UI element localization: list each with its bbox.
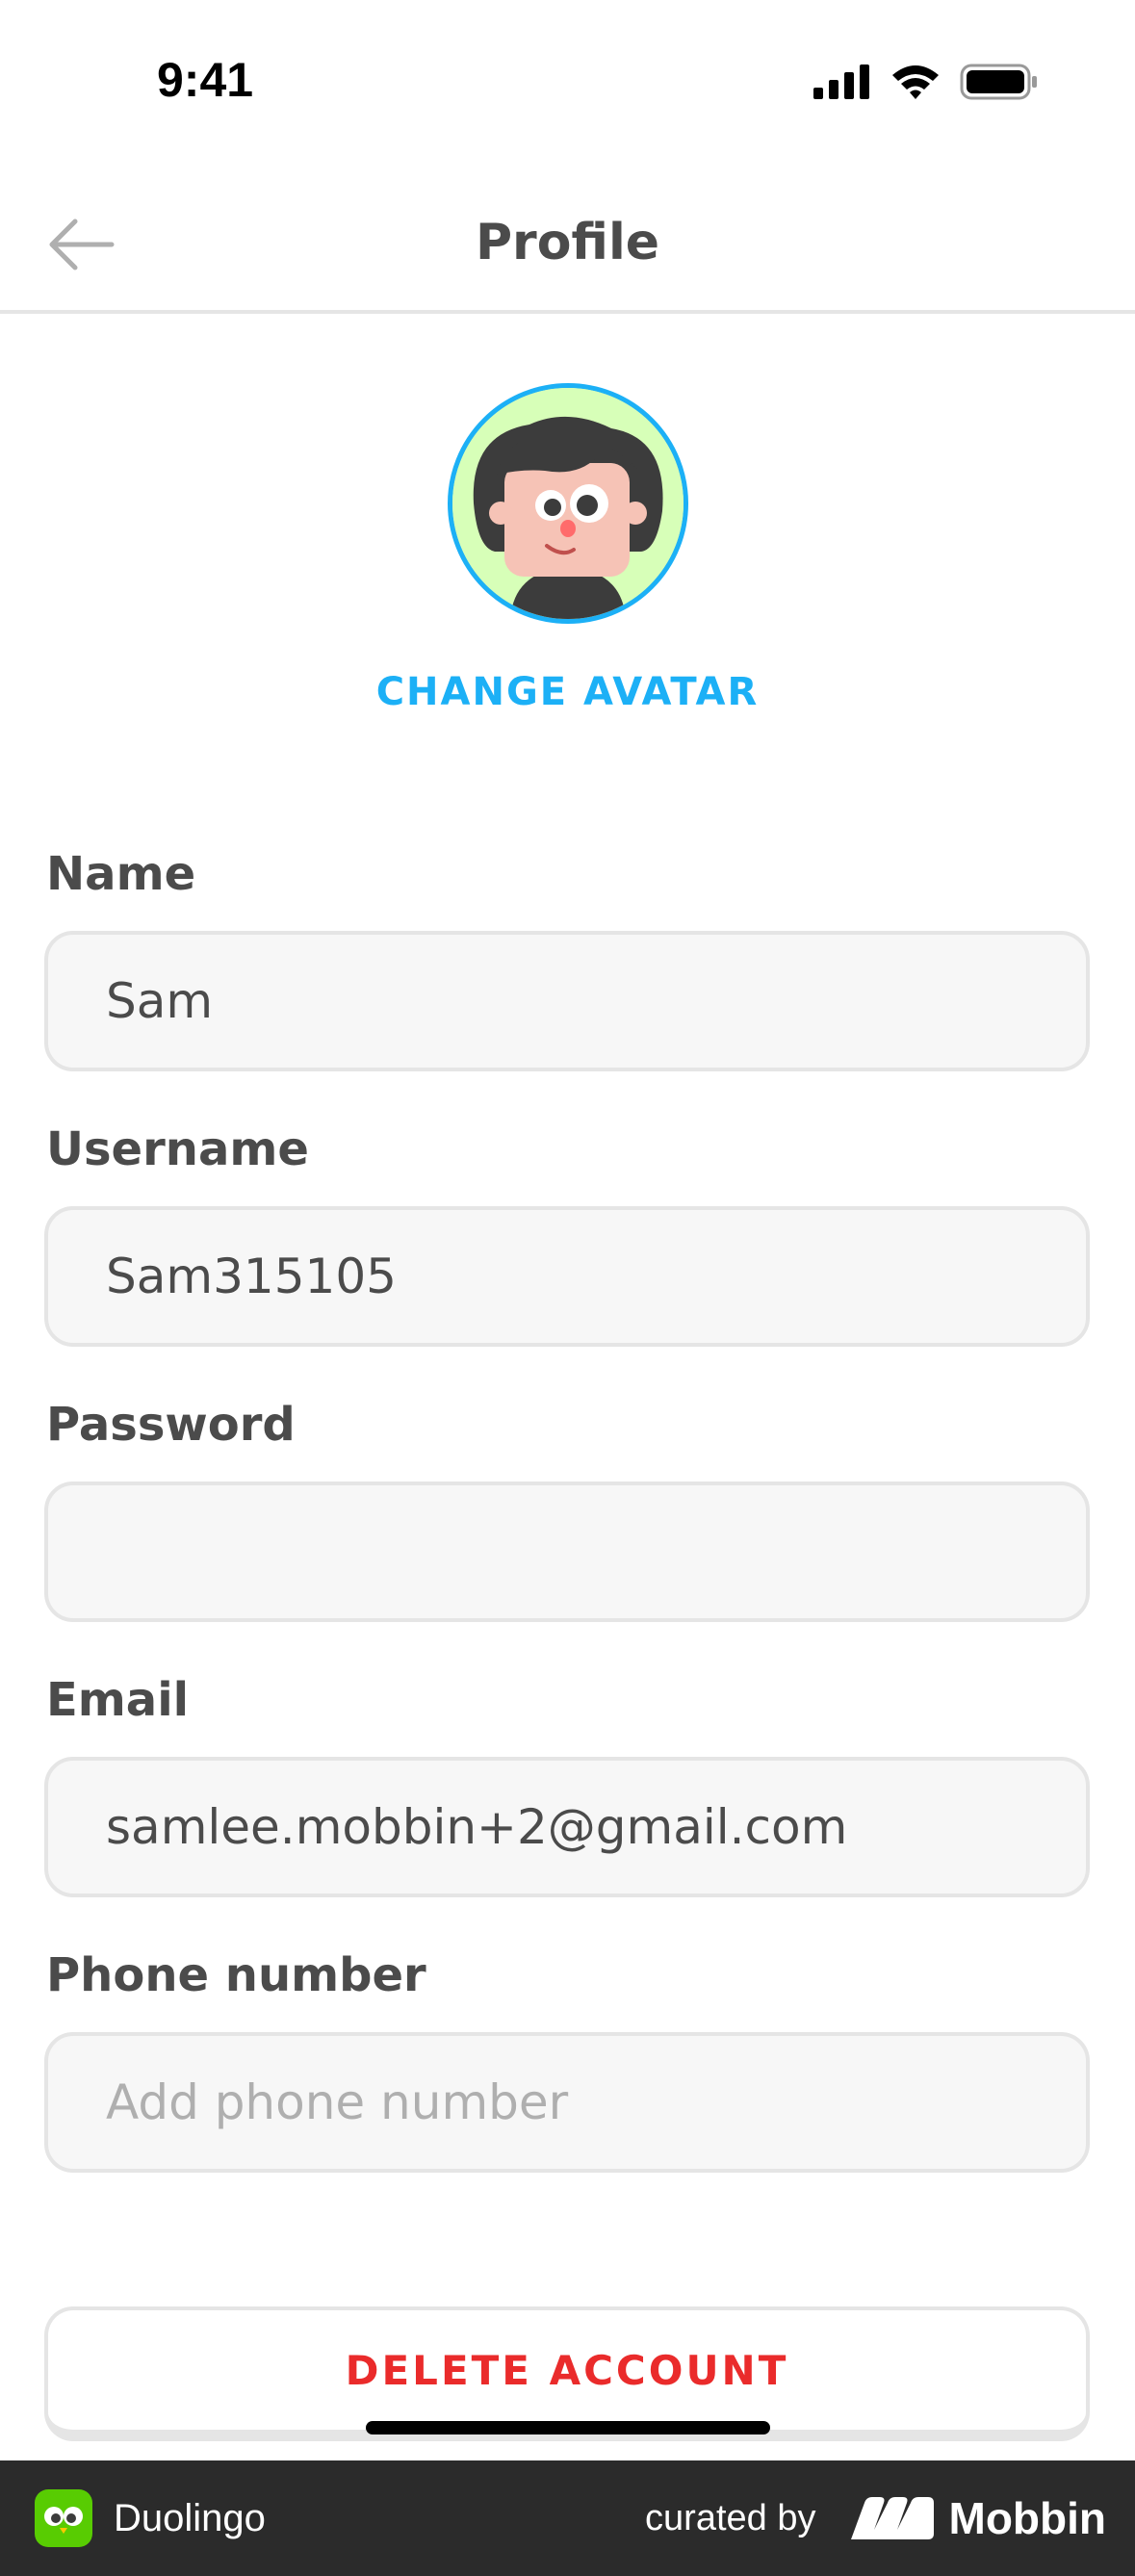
footer-app-name: Duolingo xyxy=(114,2496,266,2539)
page-title: Profile xyxy=(475,214,660,271)
email-label: Email xyxy=(46,1673,190,1727)
phone-input[interactable] xyxy=(106,2074,1028,2130)
name-label: Name xyxy=(46,847,196,901)
status-bar: 9:41 xyxy=(0,0,1135,164)
username-field[interactable] xyxy=(44,1206,1090,1347)
email-field[interactable] xyxy=(44,1757,1090,1897)
battery-icon xyxy=(960,64,1037,100)
change-avatar-button[interactable]: CHANGE AVATAR xyxy=(0,670,1135,714)
status-time: 9:41 xyxy=(157,53,254,107)
password-input[interactable] xyxy=(106,1524,1028,1580)
mobbin-logo-icon xyxy=(850,2497,934,2539)
avatar-illustration xyxy=(452,388,684,619)
name-field[interactable] xyxy=(44,931,1090,1071)
mobbin-brand-name: Mobbin xyxy=(948,2493,1107,2543)
username-input[interactable] xyxy=(106,1249,1028,1304)
password-label: Password xyxy=(46,1398,296,1452)
footer-banner: Duolingo curated by Mobbin xyxy=(0,2460,1135,2576)
username-label: Username xyxy=(46,1122,309,1176)
curated-by-text: curated by xyxy=(645,2497,816,2538)
name-input[interactable] xyxy=(106,973,1028,1029)
password-field[interactable] xyxy=(44,1481,1090,1622)
header: Profile xyxy=(0,183,1135,314)
wifi-icon xyxy=(892,65,939,99)
cellular-signal-icon xyxy=(813,64,869,99)
status-icons xyxy=(813,64,1039,100)
duolingo-logo-icon xyxy=(35,2489,92,2547)
phone-field[interactable] xyxy=(44,2032,1090,2173)
avatar[interactable] xyxy=(448,383,688,624)
email-input[interactable] xyxy=(106,1799,1028,1855)
mobbin-brand: Mobbin xyxy=(850,2492,1107,2544)
phone-label: Phone number xyxy=(46,1948,426,2002)
home-indicator xyxy=(366,2421,770,2434)
